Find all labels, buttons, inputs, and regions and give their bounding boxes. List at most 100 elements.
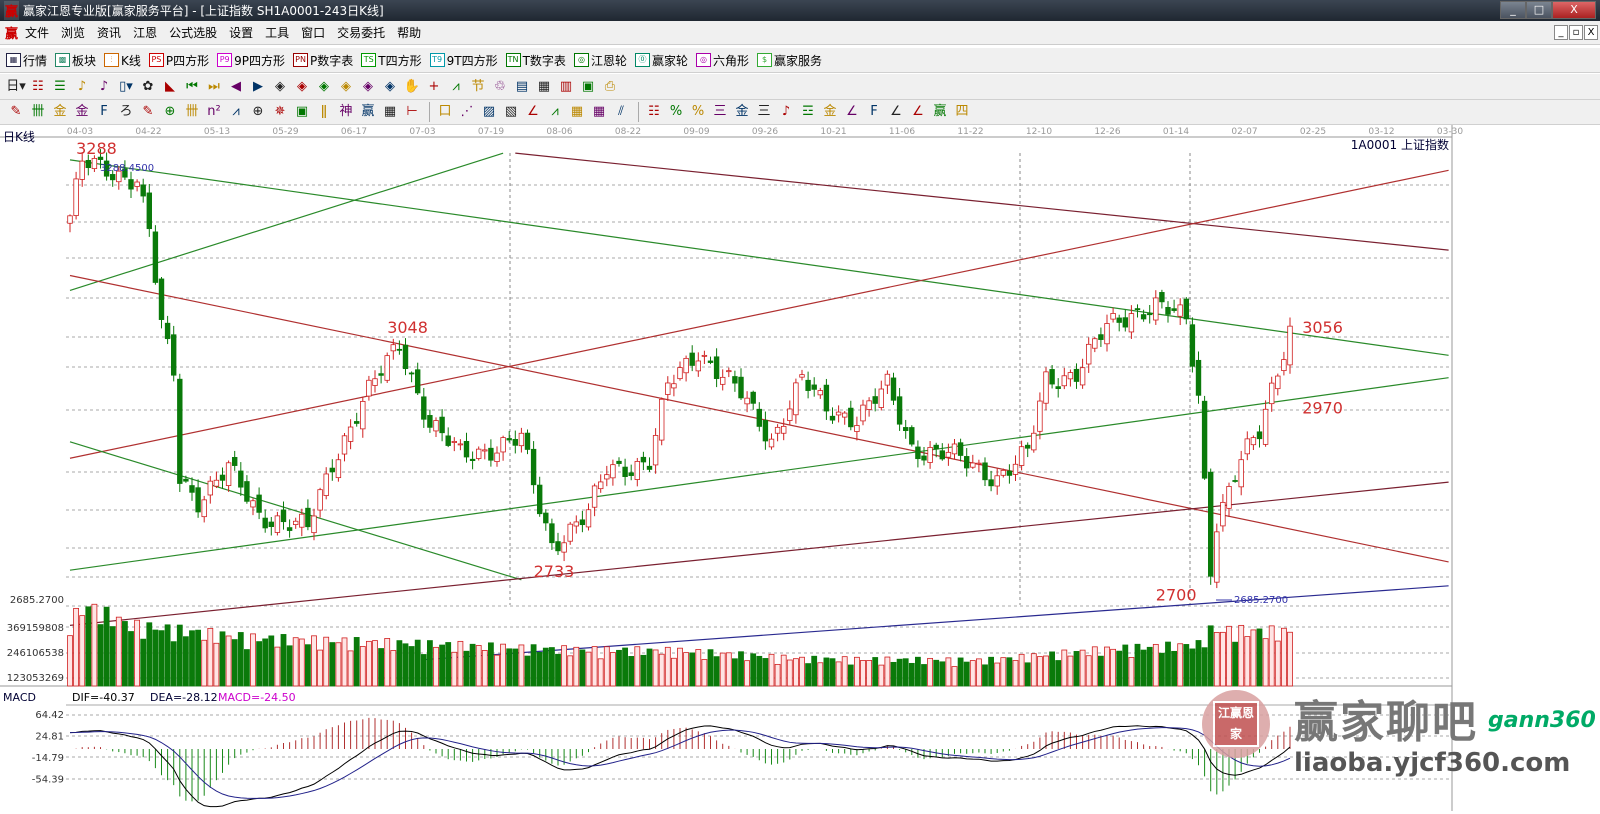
toolbar-button[interactable]: PS P四方形: [148, 52, 209, 69]
tool-icon-button[interactable]: 三: [710, 102, 730, 122]
tool-icon-button[interactable]: ▦: [380, 102, 400, 122]
tool-icon-button[interactable]: ✋: [402, 77, 422, 97]
tool-icon-button[interactable]: n²: [204, 102, 224, 122]
tool-icon-button[interactable]: ✎: [6, 102, 26, 122]
close-button[interactable]: X: [1552, 1, 1596, 19]
menu-item[interactable]: 资讯: [91, 24, 127, 41]
tool-icon-button[interactable]: ☰: [50, 77, 70, 97]
tool-icon-button[interactable]: ▣: [578, 77, 598, 97]
tool-icon-button[interactable]: ◈: [336, 77, 356, 97]
tool-icon-button[interactable]: ◈: [314, 77, 334, 97]
tool-icon-button[interactable]: ✎: [138, 102, 158, 122]
toolbar-button[interactable]: TS T四方形: [361, 52, 422, 69]
toolbar-button[interactable]: $ 赢家服务: [756, 52, 822, 69]
tool-icon-button[interactable]: ☷: [28, 77, 48, 97]
mdi-close-button[interactable]: X: [1584, 25, 1598, 40]
tool-icon-button[interactable]: 节: [468, 77, 488, 97]
tool-icon-button[interactable]: ☲: [798, 102, 818, 122]
tool-icon-button[interactable]: 金: [72, 102, 92, 122]
tool-icon-button[interactable]: ⏮: [182, 77, 202, 97]
tool-icon-button[interactable]: 三: [754, 102, 774, 122]
menu-item[interactable]: 公式选股: [163, 24, 223, 41]
tool-icon-button[interactable]: ⩘: [446, 77, 466, 97]
tool-icon-button[interactable]: 四: [952, 102, 972, 122]
tool-icon-button[interactable]: ▤: [512, 77, 532, 97]
menu-item[interactable]: 文件: [19, 24, 55, 41]
kline-chart[interactable]: 04-03 04-22 05-13 05-29 06-17 07-03 07-19 08-06…: [0, 125, 1600, 811]
toolbar-button[interactable]: TN T数字表: [505, 52, 566, 69]
minimize-button[interactable]: _: [1500, 1, 1526, 19]
tool-icon-button[interactable]: ☷: [644, 102, 664, 122]
tool-icon-button[interactable]: ⩘: [545, 102, 565, 122]
toolbar-button[interactable]: ▩ 板块: [55, 52, 96, 69]
tool-icon-button[interactable]: ⩘: [226, 102, 246, 122]
tool-icon-button[interactable]: %: [666, 102, 686, 122]
tool-icon-button[interactable]: ⋰: [457, 102, 477, 122]
tool-icon-button[interactable]: ♪: [72, 77, 92, 97]
tool-icon-button[interactable]: 赢: [358, 102, 378, 122]
tool-icon-button[interactable]: ♲: [490, 77, 510, 97]
toolbar-button[interactable]: PN P数字表: [293, 52, 353, 69]
tool-icon-button[interactable]: ▥: [556, 77, 576, 97]
toolbar-button[interactable]: ▦ 行情: [6, 52, 47, 69]
tool-icon-button[interactable]: ⎙: [600, 77, 620, 97]
tool-icon-button[interactable]: ▦: [534, 77, 554, 97]
tool-icon-button[interactable]: ◈: [380, 77, 400, 97]
tool-icon-button[interactable]: ◣: [160, 77, 180, 97]
toolbar-button[interactable]: T9 9T四方形: [429, 52, 498, 69]
tool-icon-button[interactable]: ⫽: [611, 102, 631, 122]
tool-icon-button[interactable]: ∠: [908, 102, 928, 122]
tool-icon-button[interactable]: ◈: [270, 77, 290, 97]
tool-icon-button[interactable]: ✿: [138, 77, 158, 97]
menu-item[interactable]: 江恩: [127, 24, 163, 41]
tool-icon-button[interactable]: F: [864, 102, 884, 122]
tool-icon-button[interactable]: ♪: [776, 102, 796, 122]
tool-icon-button[interactable]: 赢: [930, 102, 950, 122]
mdi-restore-button[interactable]: ▫: [1569, 25, 1583, 40]
menu-item[interactable]: 设置: [223, 24, 259, 41]
tool-icon-button[interactable]: ⊕: [248, 102, 268, 122]
tool-icon-button[interactable]: ろ: [116, 102, 136, 122]
tool-icon-button[interactable]: ◀: [226, 77, 246, 97]
menu-item[interactable]: 工具: [259, 24, 295, 41]
tool-icon-button[interactable]: 日▾: [6, 77, 26, 97]
trend-line[interactable]: [515, 152, 1449, 251]
toolbar-button[interactable]: ◎ 江恩轮: [573, 52, 627, 69]
tool-icon-button[interactable]: F: [94, 102, 114, 122]
toolbar-button[interactable]: P9 9P四方形: [217, 52, 285, 69]
tool-icon-button[interactable]: ♪: [94, 77, 114, 97]
tool-icon-button[interactable]: 卌: [28, 102, 48, 122]
mdi-minimize-button[interactable]: _: [1554, 25, 1568, 40]
tool-icon-button[interactable]: ▦: [567, 102, 587, 122]
menu-item[interactable]: 交易委托: [331, 24, 391, 41]
trend-line[interactable]: [69, 441, 522, 581]
tool-icon-button[interactable]: ⊢: [402, 102, 422, 122]
tool-icon-button[interactable]: 神: [336, 102, 356, 122]
menu-item[interactable]: 帮助: [391, 24, 427, 41]
tool-icon-button[interactable]: ǁ: [314, 102, 334, 122]
tool-icon-button[interactable]: ⊕: [160, 102, 180, 122]
tool-icon-button[interactable]: 金: [820, 102, 840, 122]
tool-icon-button[interactable]: ◈: [292, 77, 312, 97]
tool-icon-button[interactable]: 卌: [182, 102, 202, 122]
tool-icon-button[interactable]: +: [424, 77, 444, 97]
tool-icon-button[interactable]: ▯▾: [116, 77, 136, 97]
menu-item[interactable]: 窗口: [295, 24, 331, 41]
tool-icon-button[interactable]: ⏭: [204, 77, 224, 97]
tool-icon-button[interactable]: 金: [732, 102, 752, 122]
maximize-button[interactable]: □: [1526, 1, 1552, 19]
tool-icon-button[interactable]: ◈: [358, 77, 378, 97]
tool-icon-button[interactable]: 口: [435, 102, 455, 122]
tool-icon-button[interactable]: ∠: [842, 102, 862, 122]
toolbar-button[interactable]: ◎ 六角形: [695, 52, 749, 69]
tool-icon-button[interactable]: ▨: [479, 102, 499, 122]
toolbar-button[interactable]: ⫶ K线: [104, 52, 141, 69]
toolbar-button[interactable]: ⓪ 赢家轮: [634, 52, 688, 69]
menu-item[interactable]: 浏览: [55, 24, 91, 41]
tool-icon-button[interactable]: ▦: [589, 102, 609, 122]
tool-icon-button[interactable]: %: [688, 102, 708, 122]
tool-icon-button[interactable]: ▣: [292, 102, 312, 122]
tool-icon-button[interactable]: ✵: [270, 102, 290, 122]
tool-icon-button[interactable]: 金: [50, 102, 70, 122]
tool-icon-button[interactable]: ▧: [501, 102, 521, 122]
